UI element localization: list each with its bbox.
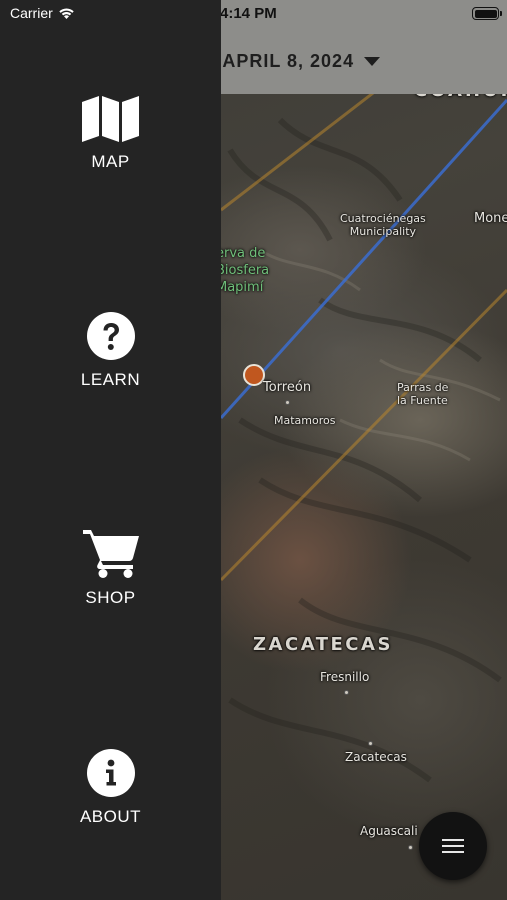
- date-selector[interactable]: Y, APRIL 8, 2024: [200, 48, 381, 74]
- drawer-item-map[interactable]: MAP: [0, 82, 221, 192]
- city-dot: [368, 741, 373, 746]
- menu-fab-button[interactable]: [419, 812, 487, 880]
- city-dot: [344, 690, 349, 695]
- eclipse-limit-north: [220, 78, 391, 212]
- battery-icon: [472, 7, 499, 20]
- drawer-item-label: SHOP: [85, 588, 136, 607]
- map-label-zacatecas-city: Zacatecas: [345, 750, 407, 764]
- drawer-item-shop[interactable]: SHOP: [0, 518, 221, 628]
- carrier-label: Carrier: [10, 5, 53, 21]
- map-label-matamoros: Matamoros: [274, 414, 336, 427]
- map-label-parras: Parras de la Fuente: [397, 381, 449, 407]
- drawer-item-label: ABOUT: [79, 807, 142, 826]
- map-label-torreon: Torreón: [263, 380, 312, 395]
- wifi-icon: [59, 8, 74, 19]
- map-icon: [82, 82, 139, 142]
- city-dot: [285, 400, 290, 405]
- hamburger-menu-icon: [442, 839, 464, 853]
- carrier-status: Carrier: [10, 5, 75, 21]
- drawer-item-about[interactable]: ABOUT: [0, 737, 221, 847]
- question-circle-icon: [86, 300, 135, 360]
- drawer-item-label: MAP: [91, 152, 130, 171]
- shopping-cart-icon: [82, 518, 139, 578]
- status-time: 4:14 PM: [220, 5, 277, 22]
- location-marker[interactable]: [243, 364, 265, 386]
- drawer-item-learn[interactable]: LEARN: [0, 300, 221, 410]
- map-label-monclova: Mone: [474, 211, 507, 226]
- map-label-cuatrocienegas: Cuatrociénegas Municipality: [340, 212, 426, 238]
- map-label-aguascalientes: Aguascali: [360, 824, 418, 838]
- date-label: Y, APRIL 8, 2024: [200, 50, 355, 71]
- city-dot: [408, 845, 413, 850]
- side-drawer: Carrier MAP LEARN SHOP ABOUT: [0, 0, 221, 900]
- map-label-zacatecas-state: ZACATECAS: [253, 634, 393, 655]
- info-circle-icon: [86, 737, 135, 797]
- battery-cap: [500, 11, 502, 16]
- caret-down-icon: [364, 56, 381, 66]
- map-label-biosphere-reserve: erva de Biosfera Mapimí: [216, 246, 270, 295]
- drawer-item-label: LEARN: [80, 370, 141, 389]
- map-label-fresnillo: Fresnillo: [320, 670, 370, 684]
